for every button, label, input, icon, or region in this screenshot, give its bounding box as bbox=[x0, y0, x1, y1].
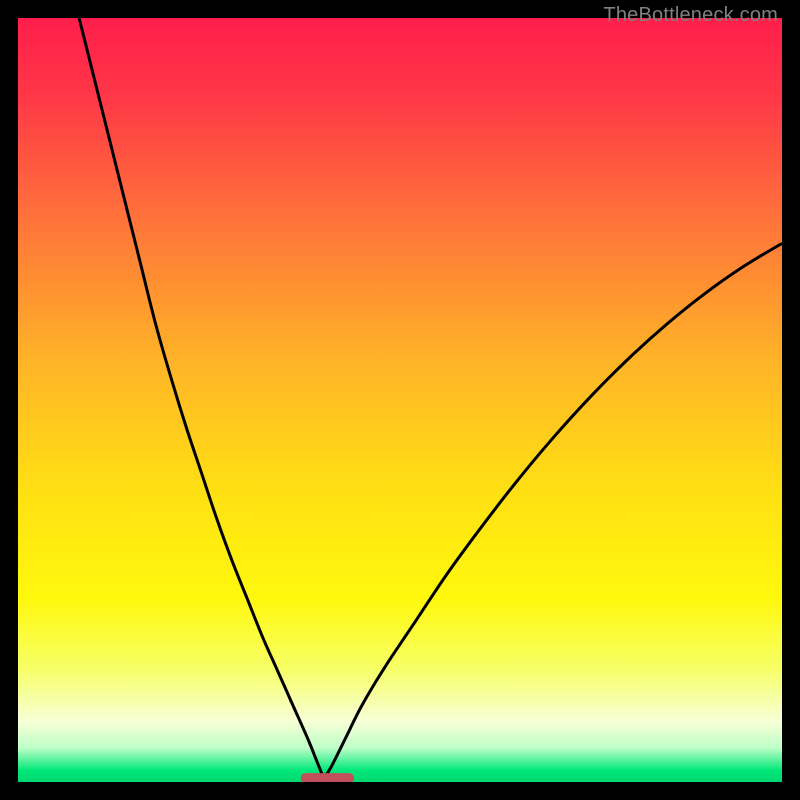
bottleneck-chart bbox=[18, 18, 782, 782]
chart-background bbox=[18, 18, 782, 782]
optimum-marker bbox=[301, 773, 354, 782]
watermark-text: TheBottleneck.com bbox=[603, 4, 778, 27]
chart-frame bbox=[18, 18, 782, 782]
